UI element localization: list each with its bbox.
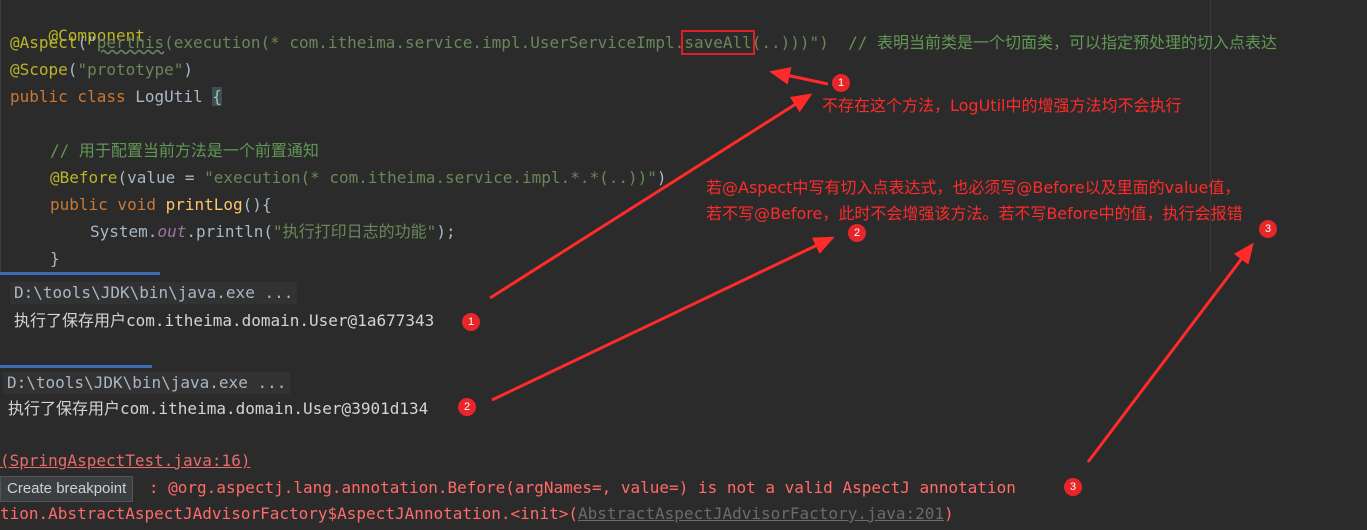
badge-3-note: 3 (1259, 220, 1277, 238)
println-string: "执行打印日志的功能" (273, 222, 437, 241)
run-console-1: D:\tools\JDK\bin\java.exe ... 执行了保存用户com… (0, 272, 1367, 365)
badge-1-console: 1 (462, 313, 480, 331)
method-signature: (){ (242, 195, 272, 214)
println-call: .println( (186, 222, 274, 241)
before-param: (value = (117, 168, 205, 187)
console-tab-indicator (0, 365, 152, 368)
console-output: 执行了保存用户com.itheima.domain.User@1a677343 (14, 311, 435, 330)
code-line-9: System.out.println("执行打印日志的功能"); (90, 222, 456, 242)
run-console-2: D:\tools\JDK\bin\java.exe ... 执行了保存用户com… (0, 365, 1367, 445)
code-line-4: public class LogUtil { (10, 87, 222, 107)
error-message-line: Create breakpoint : @org.aspectj.lang.an… (0, 476, 1016, 502)
saveall-method-highlight: saveAll (681, 30, 755, 55)
badge-3-error: 3 (1064, 478, 1082, 496)
annotation-aspect: @Aspect (10, 33, 78, 52)
code-line-7: @Before(value = "execution(* com.itheima… (50, 168, 667, 188)
error-output: (SpringAspectTest.java:16) Create breakp… (0, 445, 1367, 530)
open-brace: { (212, 87, 222, 106)
code-editor[interactable]: @Component @Aspect("perthis(execution(* … (0, 0, 1367, 272)
class-keywords: public class (10, 87, 126, 106)
badge-2-note: 2 (848, 224, 866, 242)
console-tab-indicator (0, 272, 160, 275)
code-line-2: @Aspect("perthis(execution(* com.itheima… (10, 30, 1277, 55)
system-class: System. (90, 222, 158, 241)
annotation-note-1: 不存在这个方法，LogUtil中的增强方法均不会执行 (822, 96, 1182, 115)
error-message: : @org.aspectj.lang.annotation.Before(ar… (139, 478, 1016, 497)
stack-trace-link[interactable]: AbstractAspectJAdvisorFactory.java:201 (578, 504, 944, 523)
pointcut-expression-end: (..)))") (751, 33, 829, 52)
editor-gutter (0, 0, 1, 272)
annotation-scope: @Scope (10, 60, 68, 79)
code-punct: ) (944, 504, 954, 523)
method-name: printLog (155, 195, 243, 214)
out-field: out (157, 222, 187, 241)
code-punct: ); (436, 222, 456, 241)
stack-trace-text: tion.AbstractAspectJAdvisorFactory$Aspec… (0, 504, 578, 523)
code-line-8: public void printLog(){ (50, 195, 272, 215)
annotation-note-2-line2: 若不写@Before，此时不会增强该方法。若不写Before中的值，执行会报错 (706, 204, 1243, 223)
before-comment: // 用于配置当前方法是一个前置通知 (50, 141, 319, 160)
code-punct: (" (77, 33, 97, 52)
code-line-3: @Scope("prototype") (10, 60, 193, 80)
java-path-label[interactable]: D:\tools\JDK\bin\java.exe ... (10, 282, 298, 304)
create-breakpoint-button[interactable]: Create breakpoint (0, 476, 134, 502)
pointcut-expression: (execution(* com.itheima.service.impl.Us… (164, 33, 685, 52)
code-line-6: // 用于配置当前方法是一个前置通知 (50, 141, 319, 161)
annotation-before: @Before (50, 168, 118, 187)
before-value: "execution(* com.itheima.service.impl.*.… (204, 168, 657, 187)
badge-1-note: 1 (832, 74, 850, 92)
source-link[interactable]: (SpringAspectTest.java:16) (0, 451, 250, 470)
java-path-label[interactable]: D:\tools\JDK\bin\java.exe ... (3, 372, 291, 394)
code-punct: ) (183, 60, 194, 79)
console-output: 执行了保存用户com.itheima.domain.User@3901d134 (8, 399, 429, 418)
error-location: (SpringAspectTest.java:16) (0, 450, 250, 472)
code-punct: ) (656, 168, 667, 187)
stack-trace-line: tion.AbstractAspectJAdvisorFactory$Aspec… (0, 503, 954, 525)
scope-value: "prototype" (77, 60, 184, 79)
aspect-comment: // 表明当前类是一个切面类，可以指定预处理的切入点表达 (848, 33, 1277, 52)
code-punct: ( (67, 60, 78, 79)
class-name: LogUtil (125, 87, 213, 106)
perthis-keyword: perthis (96, 33, 165, 52)
code-line-10: } (50, 249, 60, 269)
badge-2-console: 2 (458, 398, 476, 416)
close-brace: } (50, 249, 60, 268)
annotation-note-2-line1: 若@Aspect中写有切入点表达式，也必须写@Before以及里面的value值… (706, 178, 1241, 197)
method-keywords: public void (50, 195, 156, 214)
